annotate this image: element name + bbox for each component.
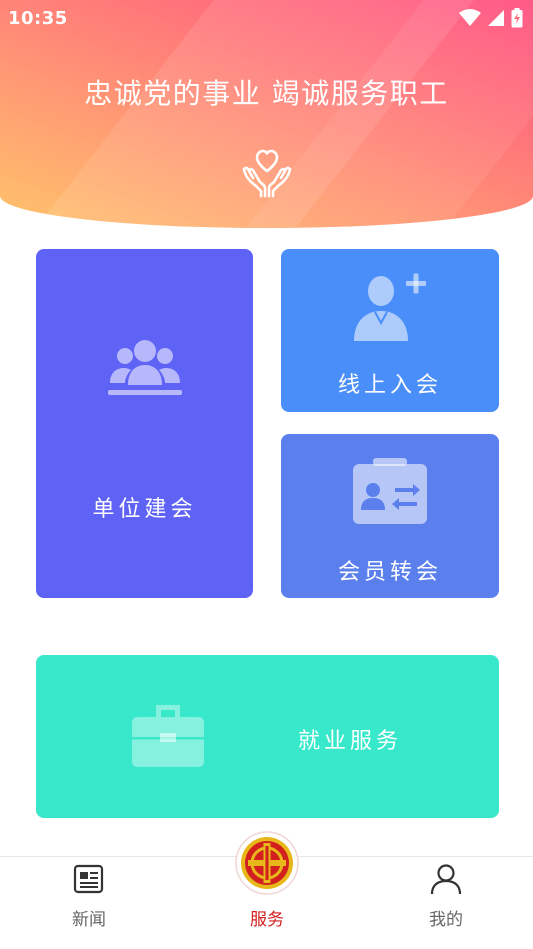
status-icons [459,8,523,28]
nav-label-mine: 我的 [429,910,463,930]
service-screen: 10:35 忠诚党的事业 竭诚服务职工 单位建会 线上入会 会员转会 就业服务 … [0,0,533,949]
online-join-tile[interactable]: 线上入会 [281,249,499,412]
unit-union-label: 单位建会 [92,497,197,522]
add-user-icon [354,273,426,341]
header-banner: 10:35 忠诚党的事业 竭诚服务职工 [0,0,533,228]
battery-charging-icon [511,8,523,28]
wifi-icon [459,9,481,26]
nav-label-news: 新闻 [72,910,106,930]
employment-service-tile[interactable]: 就业服务 [36,655,499,818]
status-bar: 10:35 [0,0,533,36]
nav-item-news[interactable]: 新闻 [29,857,149,949]
slogan-title: 忠诚党的事业 竭诚服务职工 [84,77,449,110]
member-transfer-label: 会员转会 [337,560,442,585]
status-time: 10:35 [8,7,68,29]
group-of-people-icon [108,340,182,395]
person-icon [430,864,462,895]
signal-icon [488,10,504,26]
bottom-navigation: 新闻 服务 我的 [0,831,533,949]
heart-in-hands-icon [242,149,292,198]
nav-item-mine[interactable]: 我的 [386,857,506,949]
newspaper-icon [73,864,104,894]
trade-union-emblem-icon [235,831,299,895]
employment-service-label: 就业服务 [298,729,403,754]
nav-label-service: 服务 [250,910,284,930]
briefcase-icon [132,705,204,767]
member-transfer-tile[interactable]: 会员转会 [281,434,499,598]
id-card-transfer-icon [353,458,427,524]
online-join-label: 线上入会 [337,373,442,398]
unit-union-tile[interactable]: 单位建会 [36,249,253,598]
nav-item-service[interactable]: 服务 [207,831,327,949]
